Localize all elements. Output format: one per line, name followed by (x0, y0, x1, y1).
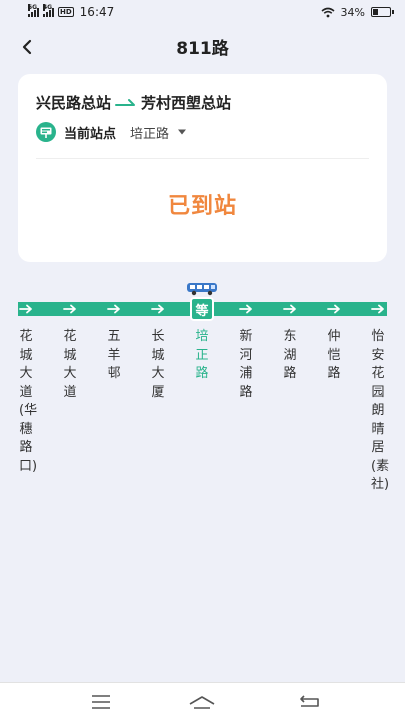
station-item[interactable]: 东湖路 (283, 328, 297, 384)
menu-icon (92, 695, 110, 709)
station-item[interactable]: 新河浦路 (239, 328, 253, 402)
cell-signal-icon-2: 4G (43, 4, 54, 17)
station-item[interactable]: 仲恺路 (327, 328, 341, 384)
route-direction: 兴民路总站 芳村西塱总站 (36, 92, 231, 113)
track-arrow-icon (63, 302, 77, 316)
home-icon (189, 696, 215, 709)
route-card: 兴民路总站 芳村西塱总站 当前站点 培正路 已到站 (18, 74, 387, 262)
hd-badge: HD (58, 7, 74, 17)
return-icon (300, 695, 319, 707)
track-arrow-icon (151, 302, 165, 316)
system-nav-bar (0, 682, 405, 720)
direction-arrow-icon (115, 98, 137, 108)
wifi-icon (321, 7, 335, 17)
track-arrow-icon (371, 302, 385, 316)
route-to: 芳村西塱总站 (141, 94, 232, 112)
station-item[interactable]: 花城大道 (63, 328, 77, 402)
track-arrow-icon (107, 302, 121, 316)
battery-fill (373, 9, 378, 15)
track-arrow-icon (327, 302, 341, 316)
cell-signal-icon: 5G (28, 4, 39, 17)
header: 811路 (0, 28, 405, 64)
current-stop-value: 培正路 (130, 126, 170, 142)
station-item[interactable]: 培正路 (195, 328, 209, 384)
route-from: 兴民路总站 (36, 94, 112, 112)
signal2-label: 4G (43, 4, 53, 11)
signal1-label: 5G (28, 4, 38, 11)
station-item[interactable]: 花城大道(华穗路口) (19, 328, 37, 476)
station-item[interactable]: 长城大厦 (151, 328, 165, 402)
track-arrow-icon (19, 302, 33, 316)
current-stop-selector[interactable]: 当前站点 培正路 (36, 122, 187, 142)
page-title: 811路 (176, 39, 229, 59)
track-arrow-icon (283, 302, 297, 316)
station-item[interactable]: 五羊邨 (107, 328, 121, 384)
status-time: 16:47 (79, 5, 115, 19)
battery-percent: 34% (340, 5, 365, 19)
track-arrow-icon (239, 302, 253, 316)
return-button[interactable] (296, 692, 322, 712)
battery-icon (371, 7, 394, 17)
current-stop-label: 当前站点 (64, 126, 117, 142)
bus-stop-sign-icon (36, 122, 56, 142)
card-divider (36, 158, 369, 159)
caret-down-icon (177, 129, 187, 135)
arrival-status: 已到站 (167, 194, 237, 219)
status-bar: 5G 4G HD 16:47 34% (0, 0, 405, 24)
menu-button[interactable] (88, 692, 114, 712)
current-stop-marker: 等 (190, 297, 214, 321)
status-left: 5G 4G HD 16:47 (28, 4, 115, 19)
home-button[interactable] (189, 692, 215, 712)
station-item[interactable]: 怡安花园朗晴居(素社) (371, 328, 389, 495)
status-right: 34% (321, 5, 394, 19)
